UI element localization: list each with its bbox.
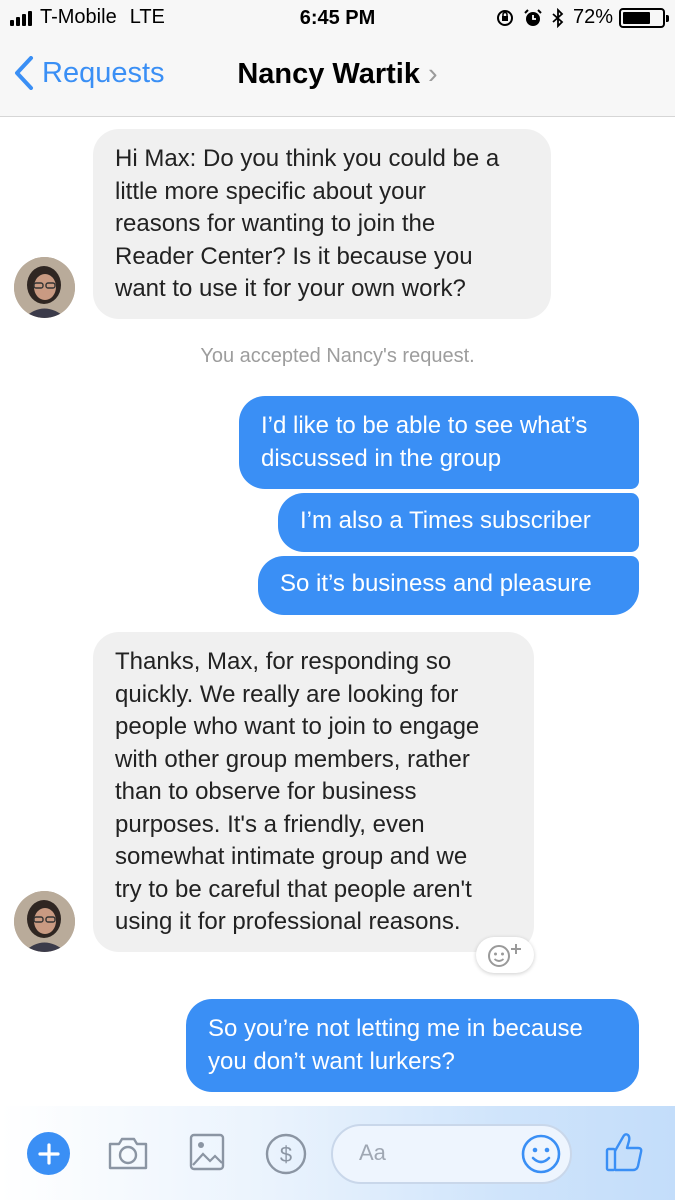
chevron-right-icon: › bbox=[427, 58, 438, 90]
orientation-lock-icon bbox=[495, 8, 515, 28]
emoji-button[interactable] bbox=[521, 1134, 561, 1174]
message-line: Hi Max: Do you think you could be a bbox=[115, 145, 500, 172]
add-reaction-button[interactable] bbox=[476, 937, 534, 973]
contact-name-button[interactable]: Nancy Wartik › bbox=[0, 58, 675, 91]
message-line: quickly. We really are looking for bbox=[115, 680, 459, 708]
message-line: you don’t want lurkers? bbox=[208, 1047, 455, 1075]
message-input[interactable] bbox=[357, 1139, 511, 1167]
photo-icon bbox=[189, 1133, 225, 1171]
message-line: reasons for wanting to join the bbox=[115, 210, 436, 237]
battery-percent: 72% bbox=[572, 6, 613, 28]
message-line: I’m also a Times subscriber bbox=[300, 507, 591, 534]
photo-button[interactable] bbox=[189, 1131, 225, 1173]
avatar[interactable] bbox=[14, 891, 75, 952]
dollar-icon: $ bbox=[265, 1133, 307, 1175]
thumbs-up-icon bbox=[605, 1133, 643, 1172]
request-accepted-notice: You accepted Nancy's request. bbox=[200, 345, 475, 367]
more-actions-button[interactable] bbox=[27, 1132, 70, 1175]
plus-icon bbox=[37, 1142, 60, 1165]
composer-bar: $ bbox=[0, 1106, 675, 1200]
camera-button[interactable] bbox=[105, 1133, 151, 1173]
message-outgoing[interactable]: I’m also a Times subscriber bbox=[278, 493, 639, 552]
message-line: discussed in the group bbox=[261, 444, 502, 472]
svg-text:$: $ bbox=[280, 1142, 292, 1167]
status-bar-right: 72% bbox=[495, 6, 669, 29]
status-bar: T-Mobile LTE 6:45 PM 72% bbox=[0, 0, 675, 38]
battery-icon bbox=[619, 7, 669, 28]
message-input-field[interactable] bbox=[331, 1124, 572, 1184]
message-line: So it’s business and pleasure bbox=[280, 570, 592, 597]
message-line: Reader Center? Is it because you bbox=[115, 242, 473, 270]
message-line: people who want to join to engage bbox=[115, 713, 480, 740]
message-line: So you’re not letting me in because bbox=[208, 1015, 583, 1042]
message-incoming[interactable]: Hi Max: Do you think you could be a litt… bbox=[93, 129, 551, 319]
camera-icon bbox=[108, 1137, 148, 1170]
message-line: with other group members, rather bbox=[115, 745, 470, 773]
contact-name: Nancy Wartik bbox=[237, 58, 420, 90]
message-outgoing[interactable]: So you’re not letting me in because you … bbox=[186, 999, 639, 1092]
bluetooth-icon bbox=[551, 7, 565, 28]
conversation-header: Requests Nancy Wartik › bbox=[0, 38, 675, 117]
message-line: than to observe for business bbox=[115, 778, 417, 805]
message-outgoing[interactable]: I’d like to be able to see what’s discus… bbox=[239, 396, 639, 489]
like-button[interactable] bbox=[603, 1130, 645, 1174]
message-line: somewhat intimate group and we bbox=[115, 843, 468, 870]
add-reaction-icon bbox=[488, 944, 521, 967]
message-incoming[interactable]: Thanks, Max, for responding so quickly. … bbox=[93, 632, 534, 952]
message-line: little more specific about your bbox=[115, 177, 426, 205]
send-money-button[interactable]: $ bbox=[265, 1133, 307, 1175]
message-line: using it for professional reasons. bbox=[115, 908, 461, 935]
emoji-icon bbox=[521, 1134, 561, 1174]
alarm-icon bbox=[523, 8, 543, 28]
message-line: purposes. It's a friendly, even bbox=[115, 810, 425, 838]
message-line: Thanks, Max, for responding so bbox=[115, 648, 452, 675]
message-line: I’d like to be able to see what’s bbox=[261, 412, 588, 439]
message-outgoing[interactable]: So it’s business and pleasure bbox=[258, 556, 639, 615]
message-line: try to be careful that people aren't bbox=[115, 875, 472, 903]
battery-level bbox=[623, 11, 650, 24]
avatar[interactable] bbox=[14, 257, 75, 318]
message-line: want to use it for your own work? bbox=[115, 275, 466, 302]
